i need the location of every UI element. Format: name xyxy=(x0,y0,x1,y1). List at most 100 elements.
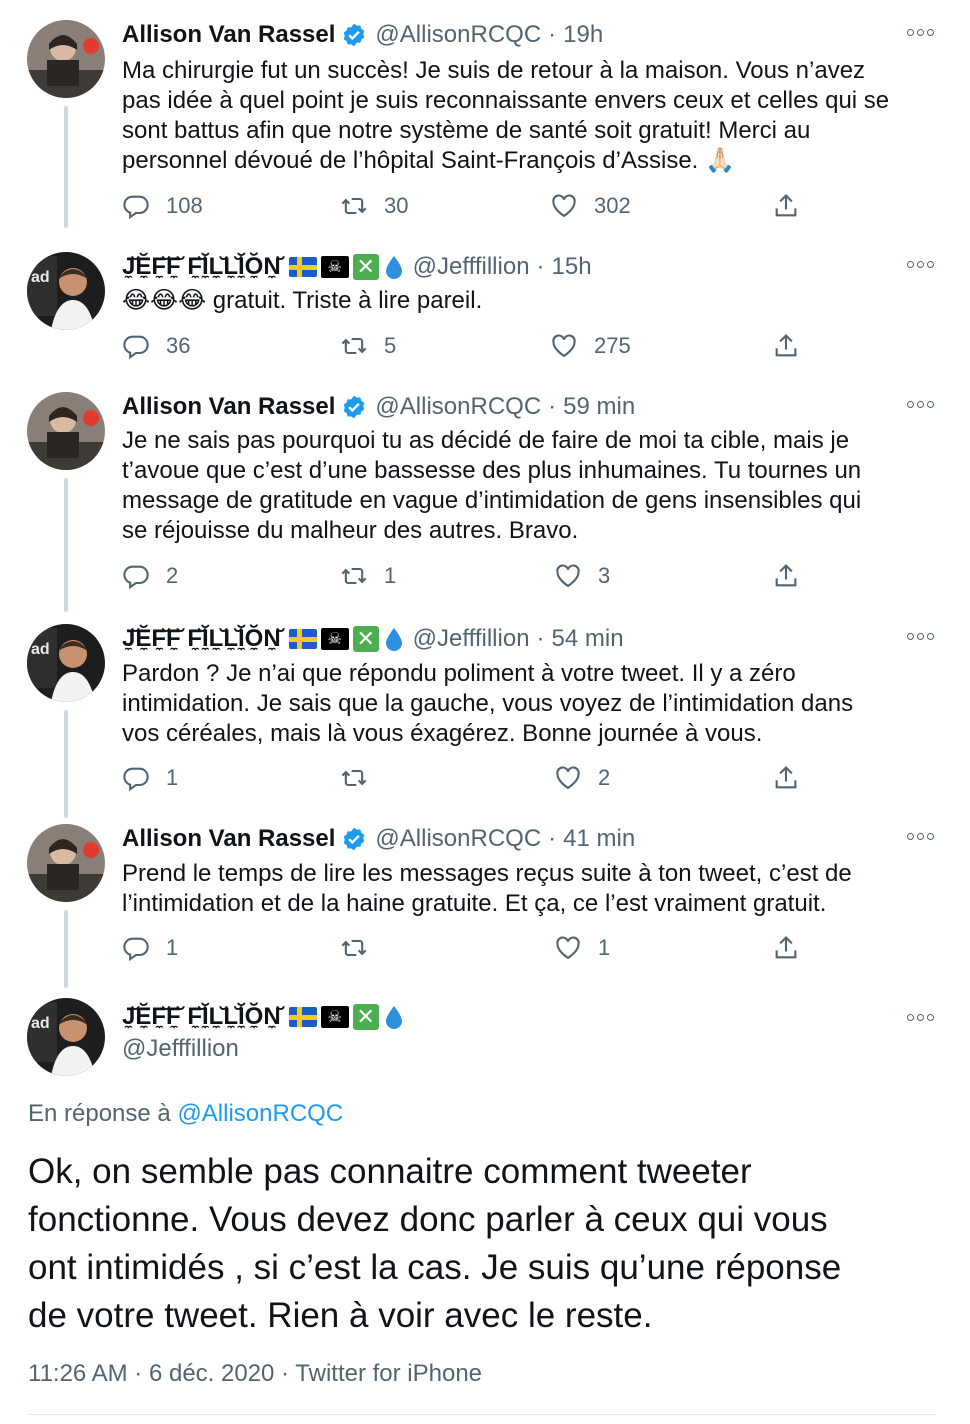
retweet-button[interactable]: 30 xyxy=(340,190,408,222)
author-name[interactable]: Allison Van Rassel xyxy=(122,825,335,853)
tweet-header: J̼̆Ĕ̼F̼̆F̼̆ F̼̆Ĭ̼L̼̆L̼̆Ĭ̼Ŏ̼N̼̆ ☠ ✕ xyxy=(122,1002,405,1032)
retweet-icon xyxy=(341,567,367,585)
tweet-line: 😂😂😂 gratuit. Triste à lire pareil. xyxy=(122,287,483,314)
tweet-header: Allison Van Rassel @AllisonRCQC · 59 min xyxy=(122,392,635,422)
avatar-jeff[interactable]: ad xyxy=(27,998,105,1076)
tweet-line: pas idée à quel point je suis reconnaiss… xyxy=(122,87,890,114)
share-button[interactable] xyxy=(772,330,800,362)
tweet-line: message de gratitude en vague d’intimida… xyxy=(122,487,862,514)
tweet-time[interactable]: 41 min xyxy=(563,825,635,853)
thread-line xyxy=(64,910,68,988)
avatar-allison[interactable] xyxy=(27,824,105,902)
handle-row: @Jefffillion xyxy=(122,1034,239,1064)
share-icon xyxy=(775,766,797,789)
author-name[interactable]: Allison Van Rassel xyxy=(122,393,335,421)
cross-mark-icon: ✕ xyxy=(352,1004,379,1030)
retweet-button[interactable] xyxy=(340,932,368,964)
like-button[interactable]: 275 xyxy=(550,330,631,362)
author-handle[interactable]: @AllisonRCQC xyxy=(375,393,541,421)
author-handle[interactable]: @Jefffillion xyxy=(413,253,530,281)
tweet-line: Prend le temps de lire les messages reçu… xyxy=(122,860,852,887)
tweet-time[interactable]: 19h xyxy=(563,21,603,49)
reply-handle-link[interactable]: @AllisonRCQC xyxy=(177,1100,343,1127)
share-button[interactable] xyxy=(772,762,800,794)
like-button[interactable]: 3 xyxy=(554,560,610,592)
pirate-flag-icon: ☠ xyxy=(320,628,349,650)
retweet-icon xyxy=(341,769,367,787)
author-handle[interactable]: @AllisonRCQC xyxy=(375,825,541,853)
pirate-flag-icon: ☠ xyxy=(320,256,349,278)
tweet-text: Prend le temps de lire les messages reçu… xyxy=(122,859,922,919)
separator-dot: · xyxy=(548,825,557,852)
sweden-flag-icon xyxy=(288,1007,317,1027)
tweet-meta[interactable]: 11:26 AM · 6 déc. 2020 · Twitter for iPh… xyxy=(28,1360,482,1388)
verified-badge-icon xyxy=(344,23,365,47)
divider xyxy=(28,1414,936,1415)
share-button[interactable] xyxy=(772,932,800,964)
verified-badge-icon xyxy=(344,395,365,419)
avatar-allison[interactable] xyxy=(27,20,105,98)
more-icon[interactable] xyxy=(907,261,934,268)
heart-icon xyxy=(552,334,576,358)
tweet-text: Ma chirurgie fut un succès! Je suis de r… xyxy=(122,56,922,176)
reply-button[interactable]: 1 xyxy=(122,932,178,964)
cross-mark-icon: ✕ xyxy=(352,254,379,280)
cross-mark-icon: ✕ xyxy=(352,626,379,652)
author-handle[interactable]: @Jefffillion xyxy=(413,625,530,653)
reply-count: 108 xyxy=(166,193,203,218)
tweet-time[interactable]: 59 min xyxy=(563,393,635,421)
retweet-icon xyxy=(341,337,367,355)
tweet-header: Allison Van Rassel @AllisonRCQC · 41 min xyxy=(122,824,635,854)
share-button[interactable] xyxy=(772,190,800,222)
tweet-time[interactable]: 54 min xyxy=(552,625,624,653)
reply-button[interactable]: 36 xyxy=(122,330,190,362)
droplet-icon xyxy=(385,256,402,279)
author-name[interactable]: Allison Van Rassel xyxy=(122,21,335,49)
separator-dot: · xyxy=(536,253,545,280)
retweet-icon xyxy=(341,197,367,215)
tweet-line: Pardon ? Je n’ai que répondu poliment à … xyxy=(122,660,796,687)
author-name[interactable]: J̼̆Ĕ̼F̼̆F̼̆ F̼̆Ĭ̼L̼̆L̼̆Ĭ̼Ŏ̼N̼̆ xyxy=(122,253,281,281)
more-icon[interactable] xyxy=(907,833,934,840)
retweet-count: 1 xyxy=(384,563,397,588)
tweet-text: Je ne sais pas pourquoi tu as décidé de … xyxy=(122,426,922,546)
svg-text:ad: ad xyxy=(31,1015,50,1032)
author-handle[interactable]: @Jefffillion xyxy=(122,1035,239,1063)
author-name[interactable]: J̼̆Ĕ̼F̼̆F̼̆ F̼̆Ĭ̼L̼̆L̼̆Ĭ̼Ŏ̼N̼̆ xyxy=(122,1003,281,1031)
tweet-line: Ma chirurgie fut un succès! Je suis de r… xyxy=(122,57,866,84)
share-button[interactable] xyxy=(772,560,800,592)
tweet-time[interactable]: 15h xyxy=(552,253,592,281)
like-button[interactable]: 1 xyxy=(554,932,610,964)
like-count: 302 xyxy=(594,193,631,218)
more-icon[interactable] xyxy=(907,633,934,640)
tweet-actions: 36 5 275 xyxy=(122,330,812,362)
author-name[interactable]: J̼̆Ĕ̼F̼̆F̼̆ F̼̆Ĭ̼L̼̆L̼̆Ĭ̼Ŏ̼N̼̆ xyxy=(122,625,281,653)
like-button[interactable]: 2 xyxy=(554,762,610,794)
droplet-icon xyxy=(385,628,402,651)
retweet-button[interactable]: 1 xyxy=(340,560,396,592)
author-handle[interactable]: @AllisonRCQC xyxy=(375,21,541,49)
tweet-line: l’intimidation et de la haine gratuite. … xyxy=(122,890,827,917)
reply-prefix: En réponse à xyxy=(28,1100,178,1127)
like-button[interactable]: 302 xyxy=(550,190,631,222)
share-icon xyxy=(775,334,797,357)
avatar-jeff[interactable]: ad xyxy=(27,252,105,330)
reply-button[interactable]: 1 xyxy=(122,762,178,794)
reply-icon xyxy=(123,565,149,590)
main-tweet-text: Ok, on semble pas connaitre comment twee… xyxy=(28,1148,928,1340)
retweet-button[interactable]: 5 xyxy=(340,330,396,362)
more-icon[interactable] xyxy=(907,401,934,408)
avatar-jeff[interactable]: ad xyxy=(27,624,105,702)
tweet-line: de votre tweet. Rien à voir avec le rest… xyxy=(28,1296,653,1335)
reply-button[interactable]: 108 xyxy=(122,190,203,222)
tweet-line: Je ne sais pas pourquoi tu as décidé de … xyxy=(122,427,850,454)
verified-badge-icon xyxy=(344,827,365,851)
retweet-button[interactable] xyxy=(340,762,368,794)
more-icon[interactable] xyxy=(907,1014,934,1021)
svg-text:ad: ad xyxy=(31,641,50,658)
reply-count: 1 xyxy=(166,765,179,790)
tweet-line: t’avoue que c’est d’une bassesse des plu… xyxy=(122,457,862,484)
reply-button[interactable]: 2 xyxy=(122,560,178,592)
avatar-allison[interactable] xyxy=(27,392,105,470)
more-icon[interactable] xyxy=(907,29,934,36)
